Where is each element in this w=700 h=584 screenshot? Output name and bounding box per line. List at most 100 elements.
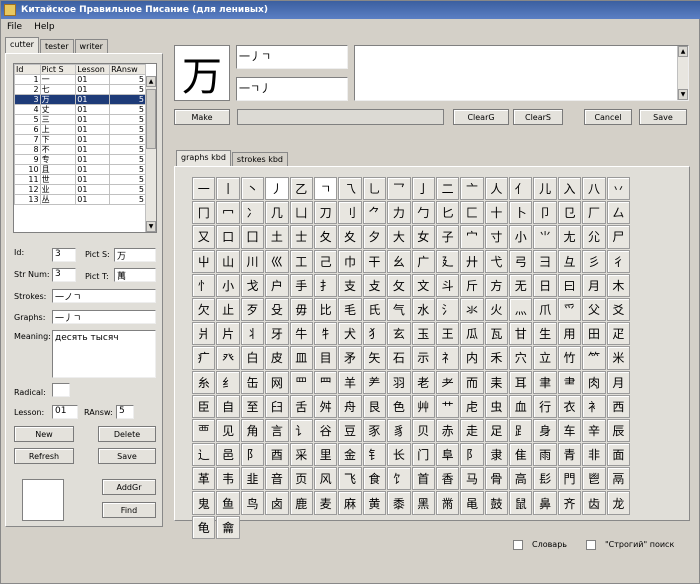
radical-key[interactable]: 金 — [338, 443, 362, 467]
radical-key[interactable]: 罒 — [289, 370, 313, 394]
radical-key[interactable]: 西 — [606, 394, 631, 418]
radical-key[interactable]: 而 — [460, 370, 484, 394]
radical-key[interactable]: 舌 — [289, 394, 313, 418]
pict-t-field[interactable]: 萬 — [114, 268, 156, 282]
radical-key[interactable]: 㔾 — [557, 201, 582, 225]
table-row[interactable]: 12 业 01 5 — [14, 184, 146, 195]
table-row[interactable]: 4 丈 01 5 — [14, 104, 146, 115]
radical-key[interactable]: 鹿 — [289, 491, 313, 515]
strokes-field[interactable]: 一ノㄱ — [52, 289, 156, 303]
radical-key[interactable]: 戈 — [240, 273, 265, 297]
radical-key[interactable]: 夕 — [362, 225, 387, 249]
radical-key[interactable]: 一 — [192, 177, 216, 201]
radical-key[interactable]: 疒 — [192, 346, 216, 370]
tab-cutter[interactable]: cutter — [5, 37, 39, 53]
radical-key[interactable]: 丿 — [265, 177, 289, 201]
radical-key[interactable]: ⺲ — [313, 370, 338, 394]
radical-key[interactable]: 目 — [313, 346, 338, 370]
find-button[interactable]: Find — [102, 502, 156, 518]
radical-key[interactable]: 乁 — [338, 177, 362, 201]
radical-key[interactable]: 虫 — [484, 394, 509, 418]
radical-key[interactable]: 自 — [216, 394, 240, 418]
radical-key[interactable]: 氺 — [460, 297, 484, 322]
radical-key[interactable]: 鸟 — [240, 491, 265, 515]
radical-key[interactable]: 氵 — [435, 297, 460, 322]
radical-key[interactable]: 爿 — [192, 322, 216, 346]
radical-key[interactable]: ⻊ — [509, 418, 533, 443]
radical-key[interactable]: 髟 — [533, 467, 557, 491]
radical-key[interactable]: 犬 — [338, 322, 362, 346]
radical-key[interactable]: 龟 — [192, 515, 216, 539]
radical-key[interactable]: 幺 — [387, 249, 411, 273]
radical-key[interactable]: 廾 — [460, 249, 484, 273]
radical-key[interactable]: 亠 — [460, 177, 484, 201]
radical-key[interactable]: 几 — [265, 201, 289, 225]
radical-key[interactable]: 食 — [362, 467, 387, 491]
radical-key[interactable]: 屮 — [192, 249, 216, 273]
radical-key[interactable]: 又 — [192, 225, 216, 249]
cancel-button[interactable]: Cancel — [584, 109, 632, 125]
radical-key[interactable]: ⺻ — [557, 370, 582, 394]
menu-file[interactable]: File — [1, 19, 28, 35]
radical-key[interactable]: 尣 — [582, 225, 606, 249]
radical-key[interactable]: 角 — [240, 418, 265, 443]
strokes-bottom-field[interactable]: 一ㄱ丿 — [236, 77, 348, 101]
radical-key[interactable]: 谷 — [313, 418, 338, 443]
radical-key[interactable]: 玉 — [411, 322, 435, 346]
tab-writer[interactable]: writer — [74, 39, 108, 53]
radical-key[interactable]: 甘 — [509, 322, 533, 346]
radical-key[interactable]: 麦 — [313, 491, 338, 515]
radical-key[interactable]: 网 — [265, 370, 289, 394]
table-scrollbar[interactable]: ▲ ▼ — [145, 76, 156, 232]
radical-key[interactable]: 止 — [216, 297, 240, 322]
radical-key[interactable]: 老 — [411, 370, 435, 394]
radical-key[interactable]: ⺌ — [533, 225, 557, 249]
radical-key[interactable]: 寸 — [484, 225, 509, 249]
radical-key[interactable]: 彡 — [582, 249, 606, 273]
radical-key[interactable]: 韦 — [216, 467, 240, 491]
menu-help[interactable]: Help — [28, 19, 61, 35]
radical-key[interactable]: 阜 — [435, 443, 460, 467]
id-field[interactable]: 3 — [52, 248, 76, 262]
radical-key[interactable]: 黍 — [387, 491, 411, 515]
radical-key[interactable]: 彑 — [557, 249, 582, 273]
radical-key[interactable]: 门 — [411, 443, 435, 467]
new-button[interactable]: New — [14, 426, 74, 442]
radical-key[interactable]: 麻 — [338, 491, 362, 515]
strokes-top-field[interactable]: 一丿ㄱ — [236, 45, 348, 69]
radical-key[interactable]: 厂 — [582, 201, 606, 225]
radical-key[interactable]: 黹 — [435, 491, 460, 515]
radical-key[interactable]: 鼓 — [484, 491, 509, 515]
radical-key[interactable]: 骨 — [484, 467, 509, 491]
radical-key[interactable]: 隹 — [509, 443, 533, 467]
radical-key[interactable]: 日 — [533, 273, 557, 297]
radical-key[interactable]: 殳 — [265, 297, 289, 322]
radical-key[interactable]: 山 — [216, 249, 240, 273]
tab-strokes-kbd[interactable]: strokes kbd — [231, 152, 289, 166]
radical-key[interactable]: 阝 — [240, 443, 265, 467]
radical-key[interactable]: 尢 — [557, 225, 582, 249]
col-lesson[interactable]: Lesson — [75, 64, 111, 75]
textarea-scrollbar[interactable]: ▲ ▼ — [677, 46, 688, 100]
radical-key[interactable]: 支 — [338, 273, 362, 297]
radical-key[interactable]: 龠 — [216, 515, 240, 539]
radical-key[interactable]: 纟 — [216, 370, 240, 394]
scroll-thumb[interactable] — [146, 89, 156, 149]
scroll-up-icon[interactable]: ▲ — [146, 76, 156, 87]
radical-key[interactable]: 田 — [582, 322, 606, 346]
radical-key[interactable]: 巾 — [338, 249, 362, 273]
radical-key[interactable]: 臼 — [265, 394, 289, 418]
radical-key[interactable]: 乚 — [362, 177, 387, 201]
radical-key[interactable]: ⺶ — [362, 370, 387, 394]
radical-key[interactable]: 臣 — [192, 394, 216, 418]
delete-button[interactable]: Delete — [98, 426, 156, 442]
radical-key[interactable]: 鼠 — [509, 491, 533, 515]
tab-tester[interactable]: tester — [39, 39, 74, 53]
radical-key[interactable]: 勹 — [411, 201, 435, 225]
radical-key[interactable]: 页 — [289, 467, 313, 491]
table-row[interactable]: 8 不 01 5 — [14, 144, 146, 155]
radical-key[interactable]: 艸 — [411, 394, 435, 418]
radical-key[interactable]: 至 — [240, 394, 265, 418]
radical-key[interactable]: 音 — [265, 467, 289, 491]
radical-key[interactable]: 辛 — [582, 418, 606, 443]
